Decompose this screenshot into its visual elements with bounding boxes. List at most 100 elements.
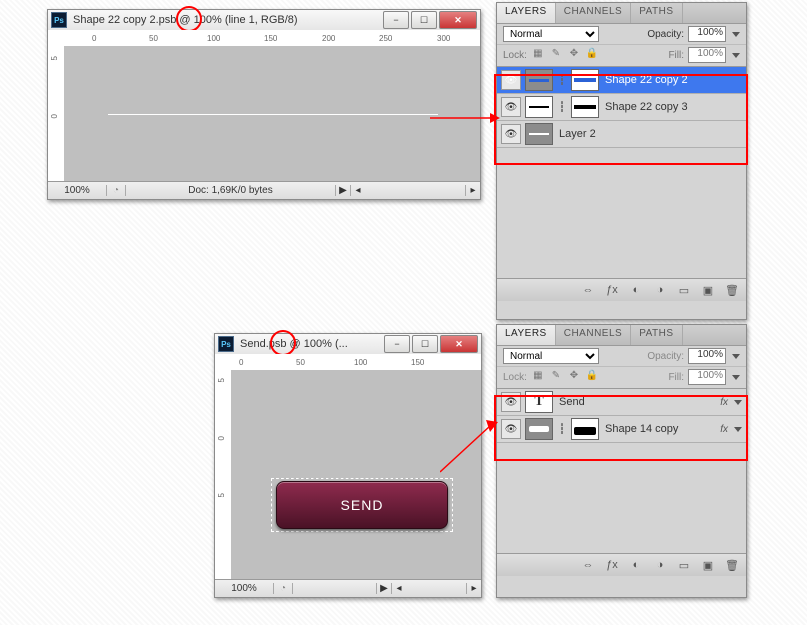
titlebar[interactable]: Ps Shape 22 copy 2.psb @ 100% (line 1, R… <box>48 10 480 30</box>
layer-thumbnail[interactable] <box>525 69 553 91</box>
fill-flyout-icon[interactable] <box>732 53 740 58</box>
lock-paint-icon[interactable]: ✎ <box>549 48 563 62</box>
opacity-label: Opacity: <box>647 29 684 40</box>
layer-row[interactable]: 👁 Layer 2 <box>497 121 746 148</box>
doc-window-send[interactable]: Ps Send.psb @ 100% (... − ☐ ✕ 0 50 100 1… <box>214 333 482 598</box>
link-layers-icon[interactable]: ⇔ <box>580 557 596 573</box>
folder-icon[interactable]: ▭ <box>676 557 692 573</box>
layer-name[interactable]: Shape 22 copy 3 <box>603 101 742 113</box>
visibility-toggle[interactable]: 👁 <box>501 70 521 90</box>
mask-thumbnail[interactable] <box>571 418 599 440</box>
text-layer-icon[interactable]: T <box>525 391 553 413</box>
minimize-button[interactable]: − <box>383 11 409 29</box>
panel-footer: ⇔ ƒx ◐ ◑ ▭ ▣ 🗑 <box>497 553 746 576</box>
zoom-field[interactable]: 100% <box>215 583 274 594</box>
layer-thumbnail[interactable] <box>525 123 553 145</box>
minimize-button[interactable]: − <box>384 335 410 353</box>
visibility-toggle[interactable]: 👁 <box>501 392 521 412</box>
lock-transparent-icon[interactable]: ▦ <box>531 370 545 384</box>
mask-add-icon[interactable]: ◐ <box>628 282 644 298</box>
canvas[interactable]: SEND <box>231 370 481 580</box>
fx-icon[interactable]: ƒx <box>604 557 620 573</box>
mask-add-icon[interactable]: ◐ <box>628 557 644 573</box>
opacity-flyout-icon[interactable] <box>732 354 740 359</box>
layers-panel-2[interactable]: LAYERS CHANNELS PATHS Normal Opacity: 10… <box>496 324 747 598</box>
status-flyout-icon[interactable]: ▶ <box>376 583 391 594</box>
lock-paint-icon[interactable]: ✎ <box>549 370 563 384</box>
ruler-horizontal: 0 50 100 150 <box>215 354 481 371</box>
mask-thumbnail[interactable] <box>571 96 599 118</box>
opacity-input[interactable]: 100% <box>688 348 726 364</box>
statusbar: 100% ◔ Doc: 1,69K/0 bytes ▶ ◂ ▸ <box>48 181 480 199</box>
tab-paths[interactable]: PATHS <box>631 325 682 345</box>
canvas[interactable] <box>64 46 480 182</box>
adjustment-icon[interactable]: ◑ <box>652 557 668 573</box>
tab-channels[interactable]: CHANNELS <box>556 325 631 345</box>
lock-transparent-icon[interactable]: ▦ <box>531 48 545 62</box>
fill-input[interactable]: 100% <box>688 47 726 63</box>
titlebar[interactable]: Ps Send.psb @ 100% (... − ☐ ✕ <box>215 334 481 354</box>
panel-footer: ⇔ ƒx ◐ ◑ ▭ ▣ 🗑 <box>497 278 746 301</box>
scroll-right-icon[interactable]: ▸ <box>466 583 481 594</box>
layer-name[interactable]: Shape 14 copy <box>603 423 716 435</box>
ruler-vertical: 5 0 <box>48 46 65 182</box>
link-layers-icon[interactable]: ⇔ <box>580 282 596 298</box>
visibility-toggle[interactable]: 👁 <box>501 419 521 439</box>
tab-layers[interactable]: LAYERS <box>497 325 556 345</box>
lock-all-icon[interactable]: 🔒 <box>585 48 599 62</box>
status-icon: ◔ <box>107 185 126 196</box>
folder-icon[interactable]: ▭ <box>676 282 692 298</box>
new-layer-icon[interactable]: ▣ <box>700 557 716 573</box>
maximize-button[interactable]: ☐ <box>412 335 438 353</box>
blend-mode-select[interactable]: Normal <box>503 26 599 42</box>
fx-badge[interactable]: fx <box>720 424 728 435</box>
blend-mode-select[interactable]: Normal <box>503 348 599 364</box>
close-button[interactable]: ✕ <box>440 335 478 353</box>
maximize-button[interactable]: ☐ <box>411 11 437 29</box>
layer-name[interactable]: Send <box>557 396 716 408</box>
lock-position-icon[interactable]: ✥ <box>567 370 581 384</box>
send-button-shape: SEND <box>276 481 448 529</box>
layer-name[interactable]: Shape 22 copy 2 <box>603 74 742 86</box>
trash-icon[interactable]: 🗑 <box>724 557 740 573</box>
layer-row[interactable]: 👁 ┇ Shape 22 copy 2 <box>497 67 746 94</box>
fill-flyout-icon[interactable] <box>732 375 740 380</box>
scroll-left-icon[interactable]: ◂ <box>350 185 365 196</box>
layer-row[interactable]: 👁 ┇ Shape 14 copy fx <box>497 416 746 443</box>
layer-name[interactable]: Layer 2 <box>557 128 742 140</box>
opacity-flyout-icon[interactable] <box>732 32 740 37</box>
zoom-field[interactable]: 100% <box>48 185 107 196</box>
tab-channels[interactable]: CHANNELS <box>556 3 631 23</box>
adjustment-icon[interactable]: ◑ <box>652 282 668 298</box>
scroll-left-icon[interactable]: ◂ <box>391 583 406 594</box>
close-button[interactable]: ✕ <box>439 11 477 29</box>
scroll-right-icon[interactable]: ▸ <box>465 185 480 196</box>
fx-expand-icon[interactable] <box>734 427 742 432</box>
visibility-toggle[interactable]: 👁 <box>501 97 521 117</box>
fill-input[interactable]: 100% <box>688 369 726 385</box>
lock-position-icon[interactable]: ✥ <box>567 48 581 62</box>
mask-thumbnail[interactable] <box>571 69 599 91</box>
visibility-toggle[interactable]: 👁 <box>501 124 521 144</box>
layer-thumbnail[interactable] <box>525 96 553 118</box>
opacity-input[interactable]: 100% <box>688 26 726 42</box>
new-layer-icon[interactable]: ▣ <box>700 282 716 298</box>
lock-all-icon[interactable]: 🔒 <box>585 370 599 384</box>
doc-window-shape22[interactable]: Ps Shape 22 copy 2.psb @ 100% (line 1, R… <box>47 9 481 200</box>
layer-row[interactable]: 👁 T Send fx <box>497 389 746 416</box>
layer-thumbnail[interactable] <box>525 418 553 440</box>
tab-paths[interactable]: PATHS <box>631 3 682 23</box>
layer-row[interactable]: 👁 ┇ Shape 22 copy 3 <box>497 94 746 121</box>
lock-label: Lock: <box>503 372 527 383</box>
trash-icon[interactable]: 🗑 <box>724 282 740 298</box>
fx-badge[interactable]: fx <box>720 397 728 408</box>
fx-expand-icon[interactable] <box>734 400 742 405</box>
tab-layers[interactable]: LAYERS <box>497 3 556 23</box>
status-flyout-icon[interactable]: ▶ <box>335 185 350 196</box>
layers-panel-1[interactable]: LAYERS CHANNELS PATHS Normal Opacity: 10… <box>496 2 747 320</box>
tabs: LAYERS CHANNELS PATHS <box>497 325 746 346</box>
doc-info: Doc: 1,69K/0 bytes <box>126 185 335 196</box>
status-icon: ◔ <box>274 583 293 594</box>
fx-icon[interactable]: ƒx <box>604 282 620 298</box>
opacity-label: Opacity: <box>647 351 684 362</box>
